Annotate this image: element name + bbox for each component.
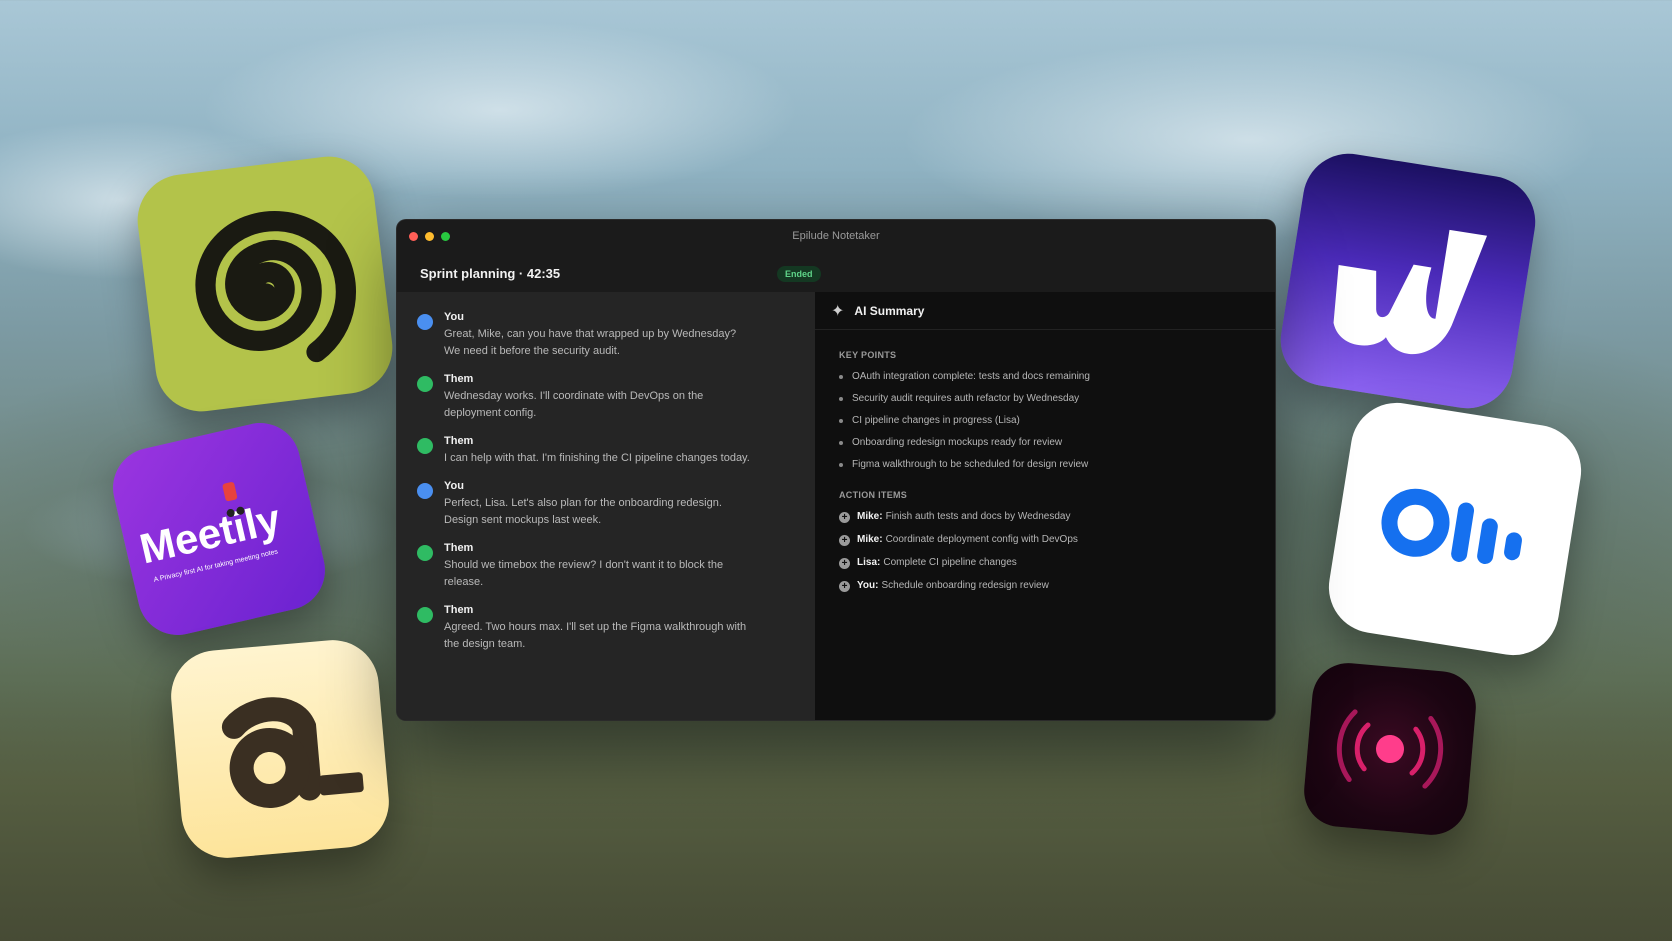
speaker-avatar — [417, 545, 433, 561]
action-item[interactable]: + Lisa: Complete CI pipeline changes — [839, 556, 1275, 570]
action-items-heading: ACTION ITEMS — [839, 490, 908, 500]
transcript-message: Them Agreed. Two hours max. I'll set up t… — [417, 603, 815, 653]
summary-title: AI Summary — [854, 303, 925, 318]
speaker-name: Them — [444, 542, 474, 554]
action-item[interactable]: + You: Schedule onboarding redesign review — [839, 579, 1275, 593]
key-points-heading: KEY POINTS — [839, 350, 897, 360]
message-text: Great, Mike, can you have that wrapped u… — [444, 328, 737, 357]
bullet-icon — [839, 463, 843, 467]
summary-pane: ✦ AI Summary KEY POINTS OAuth integratio… — [815, 292, 1275, 720]
speaker-name: Them — [444, 373, 474, 385]
action-owner: Lisa: — [857, 557, 881, 568]
meetily-label: Meetily — [135, 495, 285, 573]
action-owner: You: — [857, 580, 879, 591]
key-point-text: CI pipeline changes in progress (Lisa) — [852, 415, 1020, 426]
add-task-icon[interactable]: + — [839, 511, 850, 523]
j-app-icon — [1274, 147, 1542, 415]
message-text: Should we timebox the review? I don't wa… — [444, 559, 724, 588]
a-app-icon — [167, 636, 393, 862]
message-text: Perfect, Lisa. Let's also plan for the o… — [444, 497, 722, 526]
speaker-name: Them — [444, 604, 474, 616]
action-items-list: + Mike: Finish auth tests and docs by Wedn… — [815, 510, 1275, 593]
key-point-item: CI pipeline changes in progress (Lisa) — [839, 414, 1275, 428]
meeting-header: Sprint planning · 42:35 Ended — [397, 254, 1275, 292]
key-point-item: Security audit requires auth refactor by… — [839, 392, 1275, 406]
add-task-icon[interactable]: + — [839, 534, 850, 546]
action-task: Complete CI pipeline changes — [883, 557, 1017, 568]
transcript-message: You Perfect, Lisa. Let's also plan for th… — [417, 479, 815, 529]
summary-header: ✦ AI Summary — [815, 292, 1275, 330]
add-task-icon[interactable]: + — [839, 557, 850, 569]
transcript-pane[interactable]: You Great, Mike, can you have that wrappe… — [397, 292, 815, 720]
bullet-icon — [839, 397, 843, 401]
action-owner: Mike: — [857, 534, 883, 545]
bullet-icon — [839, 441, 843, 445]
transcript-message: You Great, Mike, can you have that wrappe… — [417, 310, 815, 360]
transcript-message: Them Should we timebox the review? I don'… — [417, 541, 815, 591]
bullet-icon — [839, 375, 843, 379]
message-text: Agreed. Two hours max. I'll set up the F… — [444, 621, 747, 650]
transcript-message: Them I can help with that. I'm finishing … — [417, 434, 815, 467]
window-title: Epilude Notetaker — [792, 230, 880, 242]
meetily-app-icon: Meetily A Privacy first AI for taking me… — [105, 415, 333, 643]
meeting-title: Sprint planning · 42:35 — [420, 265, 561, 281]
speaker-avatar — [417, 376, 433, 392]
key-point-text: OAuth integration complete: tests and do… — [852, 371, 1090, 382]
speaker-name: You — [444, 311, 464, 323]
speaker-name: Them — [444, 435, 474, 447]
speaker-avatar — [417, 607, 433, 623]
action-task: Finish auth tests and docs by Wednesday — [885, 511, 1071, 522]
status-badge: Ended — [777, 266, 821, 282]
action-task: Schedule onboarding redesign review — [881, 580, 1049, 591]
speaker-avatar — [417, 438, 433, 454]
action-task: Coordinate deployment config with DevOps — [885, 534, 1078, 545]
key-point-text: Security audit requires auth refactor by… — [852, 393, 1080, 404]
recorder-app-icon — [1301, 660, 1479, 838]
title-bar: Epilude Notetaker — [397, 220, 1275, 254]
transcript-message: Them Wednesday works. I'll coordinate wit… — [417, 372, 815, 422]
key-point-text: Onboarding redesign mockups ready for re… — [852, 437, 1063, 448]
key-point-text: Figma walkthrough to be scheduled for de… — [852, 459, 1089, 470]
key-point-item: Figma walkthrough to be scheduled for de… — [839, 458, 1275, 472]
notetaker-window: Epilude Notetaker Sprint planning · 42:3… — [396, 219, 1276, 721]
message-text: I can help with that. I'm finishing the … — [444, 452, 750, 464]
spiral-app-icon — [132, 151, 398, 417]
key-point-item: Onboarding redesign mockups ready for re… — [839, 436, 1275, 450]
speaker-avatar — [417, 483, 433, 499]
action-item[interactable]: + Mike: Finish auth tests and docs by Wedn… — [839, 510, 1275, 524]
bullet-icon — [839, 419, 843, 423]
key-points-list: OAuth integration complete: tests and do… — [815, 370, 1275, 472]
key-point-item: OAuth integration complete: tests and do… — [839, 370, 1275, 384]
action-owner: Mike: — [857, 511, 883, 522]
message-text: Wednesday works. I'll coordinate with De… — [444, 390, 704, 419]
action-item[interactable]: + Mike: Coordinate deployment config with … — [839, 533, 1275, 547]
speaker-avatar — [417, 314, 433, 330]
sparkle-icon: ✦ — [831, 302, 845, 320]
add-task-icon[interactable]: + — [839, 580, 850, 592]
otter-app-icon — [1322, 396, 1588, 662]
speaker-name: You — [444, 480, 464, 492]
